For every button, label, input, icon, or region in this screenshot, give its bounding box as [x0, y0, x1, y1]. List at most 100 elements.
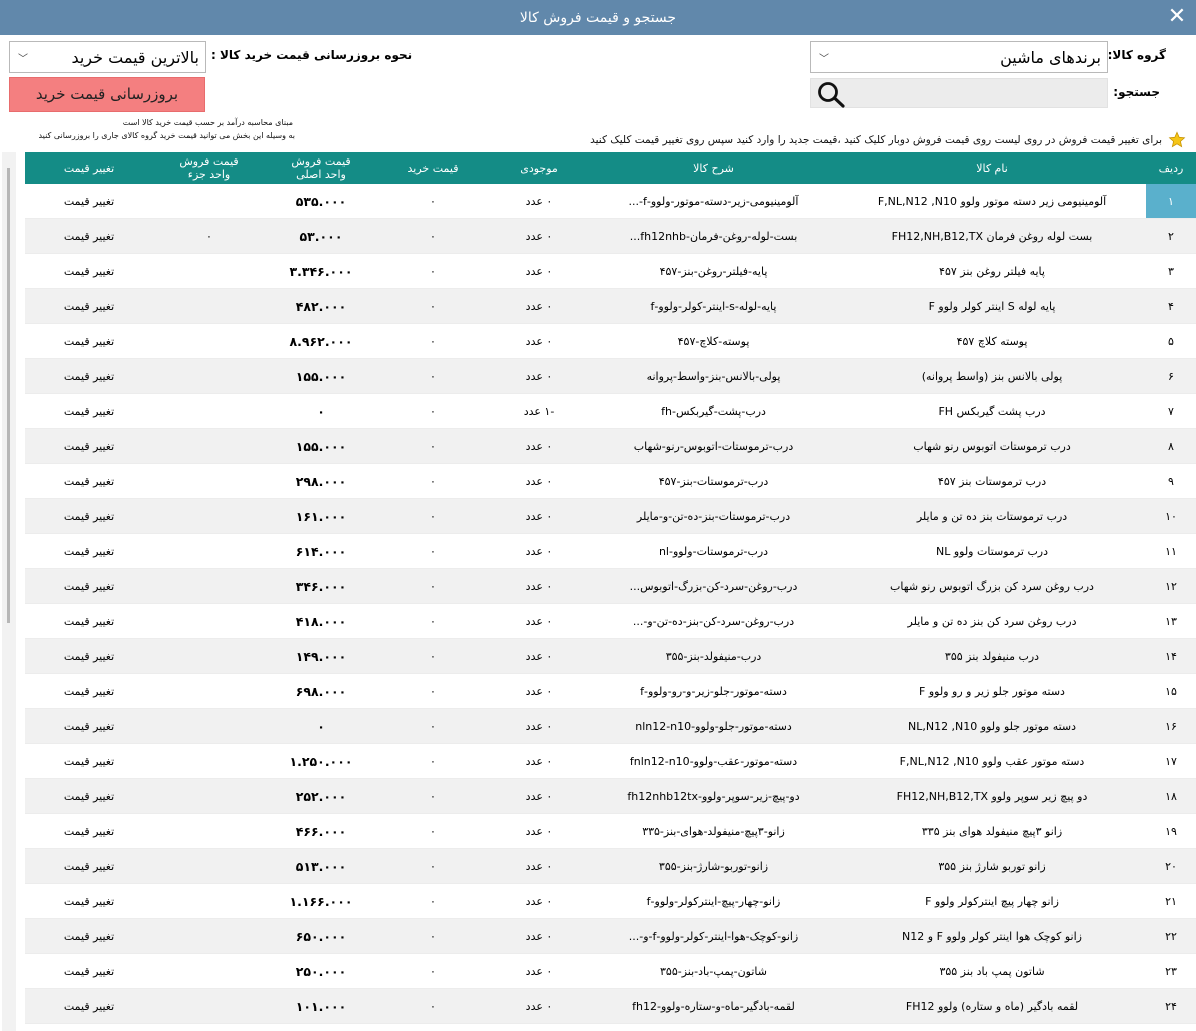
table-row[interactable]: ۱۵ دسته موتور جلو زیر و رو ولوو F دسته-موت… [25, 674, 1196, 709]
row-change-price-button[interactable]: تغییر قیمت [25, 359, 153, 393]
row-part-price[interactable] [153, 534, 265, 568]
row-sale-price[interactable]: ۴۸۲.۰۰۰ [265, 289, 377, 323]
row-sale-price[interactable]: ۱.۱۶۶.۰۰۰ [265, 884, 377, 918]
row-sale-price[interactable]: ۱۴۹.۰۰۰ [265, 639, 377, 673]
row-part-price[interactable] [153, 184, 265, 218]
row-change-price-button[interactable]: تغییر قیمت [25, 639, 153, 673]
row-part-price[interactable] [153, 359, 265, 393]
row-change-price-button[interactable]: تغییر قیمت [25, 674, 153, 708]
row-part-price[interactable]: ۰ [153, 219, 265, 253]
row-sale-price[interactable]: ۲۵۰.۰۰۰ [265, 954, 377, 988]
table-row[interactable]: ۱ آلومینیومی زیر دسته موتور ولوو F,NL,N12… [25, 184, 1196, 219]
row-sale-price[interactable]: ۵۳۵.۰۰۰ [265, 184, 377, 218]
row-sale-price[interactable]: ۰ [265, 394, 377, 428]
table-row[interactable]: ۱۲ درب روغن سرد کن بزرگ اتوبوس رنو شهاب در… [25, 569, 1196, 604]
row-change-price-button[interactable]: تغییر قیمت [25, 254, 153, 288]
row-sale-price[interactable]: ۵۱۳.۰۰۰ [265, 849, 377, 883]
table-row[interactable]: ۱۷ دسته موتور عقب ولوو F,NL,N12 ,N10 دسته-… [25, 744, 1196, 779]
row-sale-price[interactable]: ۳۴۶.۰۰۰ [265, 569, 377, 603]
row-change-price-button[interactable]: تغییر قیمت [25, 184, 153, 218]
row-part-price[interactable] [153, 849, 265, 883]
row-change-price-button[interactable]: تغییر قیمت [25, 219, 153, 253]
table-row[interactable]: ۱۱ درب ترموستات ولوو NL درب-ترموستات-ولوو-… [25, 534, 1196, 569]
header-name[interactable]: نام کالا [838, 152, 1146, 184]
row-change-price-button[interactable]: تغییر قیمت [25, 429, 153, 463]
row-sale-price[interactable]: ۵۳.۰۰۰ [265, 219, 377, 253]
row-change-price-button[interactable]: تغییر قیمت [25, 394, 153, 428]
header-description[interactable]: شرح کالا [589, 152, 838, 184]
table-row[interactable]: ۱۴ درب منیفولد بنز ۳۵۵ درب-منیفولد-بنز-۳۵۵… [25, 639, 1196, 674]
row-change-price-button[interactable]: تغییر قیمت [25, 954, 153, 988]
row-change-price-button[interactable]: تغییر قیمت [25, 989, 153, 1023]
row-sale-price[interactable]: ۰ [265, 709, 377, 743]
row-change-price-button[interactable]: تغییر قیمت [25, 779, 153, 813]
table-row[interactable]: ۷ درب پشت گیربکس FH درب-پشت-گیربکس-fh -۱ عد… [25, 394, 1196, 429]
row-part-price[interactable] [153, 639, 265, 673]
header-stock[interactable]: موجودی [489, 152, 589, 184]
table-row[interactable]: ۱۰ درب ترموستات بنز ده تن و مایلر درب-ترمو… [25, 499, 1196, 534]
row-sale-price[interactable]: ۴۱۸.۰۰۰ [265, 604, 377, 638]
row-part-price[interactable] [153, 884, 265, 918]
row-change-price-button[interactable]: تغییر قیمت [25, 324, 153, 358]
row-part-price[interactable] [153, 569, 265, 603]
table-row[interactable]: ۹ درب ترموستات بنز ۴۵۷ درب-ترموستات-بنز-۴۵… [25, 464, 1196, 499]
row-change-price-button[interactable]: تغییر قیمت [25, 464, 153, 498]
row-part-price[interactable] [153, 954, 265, 988]
row-change-price-button[interactable]: تغییر قیمت [25, 289, 153, 323]
row-sale-price[interactable]: ۱۶۱.۰۰۰ [265, 499, 377, 533]
row-sale-price[interactable]: ۸.۹۶۲.۰۰۰ [265, 324, 377, 358]
close-button[interactable]: ✕ [1164, 4, 1190, 30]
table-row[interactable]: ۶ پولی بالانس بنز (واسط پروانه) پولی-بالان… [25, 359, 1196, 394]
update-method-select[interactable]: بالاترین قیمت خرید ﹀ [9, 41, 206, 73]
row-sale-price[interactable]: ۱۵۵.۰۰۰ [265, 359, 377, 393]
row-part-price[interactable] [153, 709, 265, 743]
row-part-price[interactable] [153, 604, 265, 638]
row-sale-price[interactable]: ۲۵۲.۰۰۰ [265, 779, 377, 813]
row-part-price[interactable] [153, 429, 265, 463]
table-row[interactable]: ۱۶ دسته موتور جلو ولوو NL,N12 ,N10 دسته-مو… [25, 709, 1196, 744]
table-row[interactable]: ۲۴ لقمه بادگیر (ماه و ستاره) ولوو FH12 لقم… [25, 989, 1196, 1024]
group-select[interactable]: برندهای ماشین ﹀ [810, 41, 1108, 73]
row-part-price[interactable] [153, 919, 265, 953]
table-row[interactable]: ۱۹ زانو ۳پیچ منیفولد هوای بنز ۳۳۵ زانو-۳پی… [25, 814, 1196, 849]
row-sale-price[interactable]: ۳.۳۴۶.۰۰۰ [265, 254, 377, 288]
scrollbar-thumb[interactable] [7, 168, 10, 623]
row-part-price[interactable] [153, 779, 265, 813]
row-sale-price[interactable]: ۴۶۶.۰۰۰ [265, 814, 377, 848]
header-buy-price[interactable]: قیمت خرید [377, 152, 489, 184]
row-change-price-button[interactable]: تغییر قیمت [25, 709, 153, 743]
row-sale-price[interactable]: ۲۹۸.۰۰۰ [265, 464, 377, 498]
table-row[interactable]: ۲ بست لوله روغن فرمان FH12,NH,B12,TX بست-ل… [25, 219, 1196, 254]
table-row[interactable]: ۲۰ زانو توربو شارژ بنز ۳۵۵ زانو-توربو-شارژ… [25, 849, 1196, 884]
row-sale-price[interactable]: ۱.۲۵۰.۰۰۰ [265, 744, 377, 778]
row-part-price[interactable] [153, 254, 265, 288]
table-row[interactable]: ۲۳ شاتون پمپ باد بنز ۳۵۵ شاتون-پمپ-باد-بنز… [25, 954, 1196, 989]
row-change-price-button[interactable]: تغییر قیمت [25, 884, 153, 918]
table-row[interactable]: ۱۳ درب روغن سرد کن بنز ده تن و مایلر درب-ر… [25, 604, 1196, 639]
row-part-price[interactable] [153, 499, 265, 533]
row-sale-price[interactable]: ۱۵۵.۰۰۰ [265, 429, 377, 463]
table-row[interactable]: ۳ پایه فیلتر روغن بنز ۴۵۷ پایه-فیلتر-روغن-… [25, 254, 1196, 289]
table-row[interactable]: ۲۲ زانو کوچک هوا اینتر کولر ولوو F و N12 ز… [25, 919, 1196, 954]
header-index[interactable]: ردیف [1146, 152, 1196, 184]
row-change-price-button[interactable]: تغییر قیمت [25, 849, 153, 883]
row-change-price-button[interactable]: تغییر قیمت [25, 569, 153, 603]
header-sale-price-main[interactable]: قیمت فروش واحد اصلی [265, 152, 377, 184]
row-part-price[interactable] [153, 289, 265, 323]
table-row[interactable]: ۸ درب ترموستات اتوبوس رنو شهاب درب-ترموستا… [25, 429, 1196, 464]
update-buy-price-button[interactable]: بروزرسانی قیمت خرید [9, 77, 205, 112]
header-sale-price-part[interactable]: قیمت فروش واحد جزء [153, 152, 265, 184]
table-row[interactable]: ۴ پایه لوله S اینتر کولر ولوو F پایه-لوله-… [25, 289, 1196, 324]
row-change-price-button[interactable]: تغییر قیمت [25, 604, 153, 638]
row-part-price[interactable] [153, 674, 265, 708]
row-part-price[interactable] [153, 324, 265, 358]
row-change-price-button[interactable]: تغییر قیمت [25, 919, 153, 953]
row-change-price-button[interactable]: تغییر قیمت [25, 534, 153, 568]
row-sale-price[interactable]: ۶۱۴.۰۰۰ [265, 534, 377, 568]
row-part-price[interactable] [153, 744, 265, 778]
row-change-price-button[interactable]: تغییر قیمت [25, 814, 153, 848]
table-row[interactable]: ۲۱ زانو چهار پیچ اینترکولر ولوو F زانو-چها… [25, 884, 1196, 919]
row-part-price[interactable] [153, 464, 265, 498]
row-part-price[interactable] [153, 989, 265, 1023]
row-part-price[interactable] [153, 814, 265, 848]
